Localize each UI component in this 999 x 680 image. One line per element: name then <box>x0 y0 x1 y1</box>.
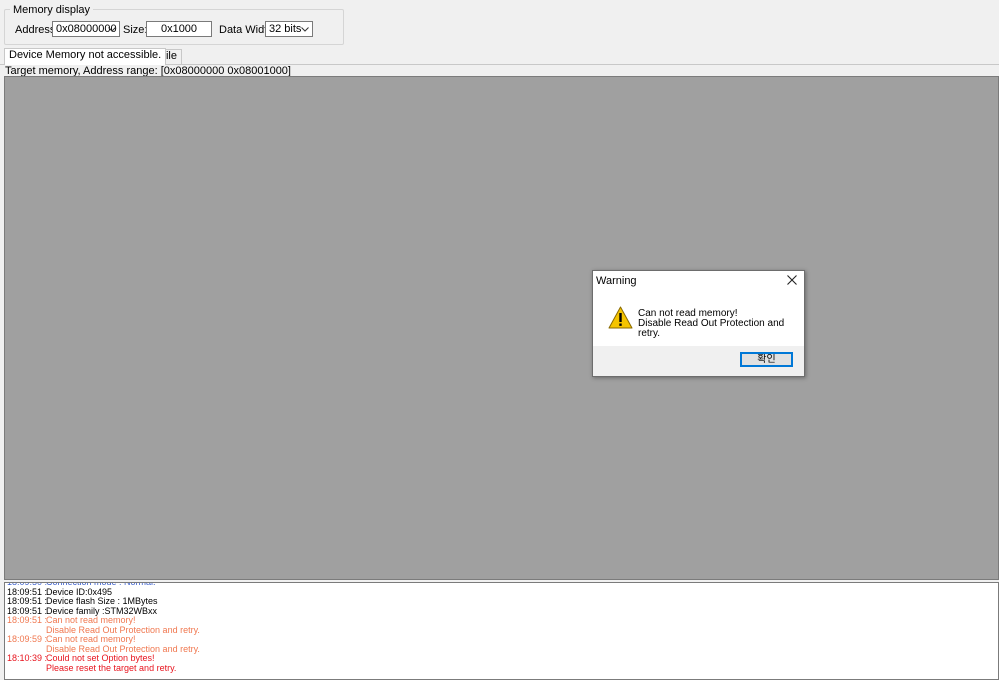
size-label: Size: <box>123 24 148 36</box>
address-combobox[interactable]: 0x08000000 <box>52 21 120 37</box>
data-width-combobox[interactable]: 32 bits <box>265 21 313 37</box>
dialog-title: Warning <box>596 275 637 287</box>
chevron-down-icon <box>300 22 309 36</box>
stm32-programmer-window: Memory display Address: 0x08000000 Size:… <box>0 0 999 680</box>
tab-device-memory[interactable]: Device Memory not accessible. <box>4 48 167 65</box>
log-text: Can not read memory! <box>46 634 136 644</box>
log-text: Disable Read Out Protection and retry. <box>46 624 200 635</box>
log-text: Device flash Size : 1MBytes <box>46 596 158 606</box>
log-text: Disable Read Out Protection and retry. <box>46 643 200 654</box>
log-lines: 18:09:50 :Connection mode : Normal. 18:09… <box>7 583 200 674</box>
dialog-message-line2: Disable Read Out Protection and retry. <box>638 318 785 339</box>
memory-display-title: Memory display <box>10 4 94 16</box>
warning-icon <box>608 306 633 329</box>
log-text: Can not read memory! <box>46 615 136 625</box>
log-panel[interactable]: 18:09:50 :Connection mode : Normal. 18:09… <box>4 582 999 680</box>
log-text: Device family :STM32WBxx <box>46 605 158 616</box>
warning-dialog: Warning Can not read memory! Disable Rea… <box>592 270 805 377</box>
log-text: Device ID:0x495 <box>46 586 113 597</box>
data-width-value: 32 bits <box>269 23 302 35</box>
log-timestamp: 18:09:59 : <box>7 634 48 644</box>
close-icon[interactable] <box>786 274 798 286</box>
ok-button[interactable]: 확인 <box>740 352 793 367</box>
log-timestamp: 18:09:51 : <box>7 615 48 625</box>
size-input[interactable]: 0x1000 <box>146 21 212 37</box>
dialog-message: Can not read memory! Disable Read Out Pr… <box>638 309 804 339</box>
log-timestamp: 18:10:39 : <box>7 653 48 663</box>
memory-viewer <box>4 76 999 580</box>
log-text: Please reset the target and retry. <box>46 662 177 673</box>
log-text: Could not set Option bytes! <box>46 653 155 663</box>
dialog-footer: 확인 <box>593 346 804 376</box>
memory-display-group: Memory display Address: 0x08000000 Size:… <box>4 4 344 45</box>
chevron-down-icon <box>107 22 116 36</box>
log-line: Please reset the target and retry. <box>7 662 200 674</box>
